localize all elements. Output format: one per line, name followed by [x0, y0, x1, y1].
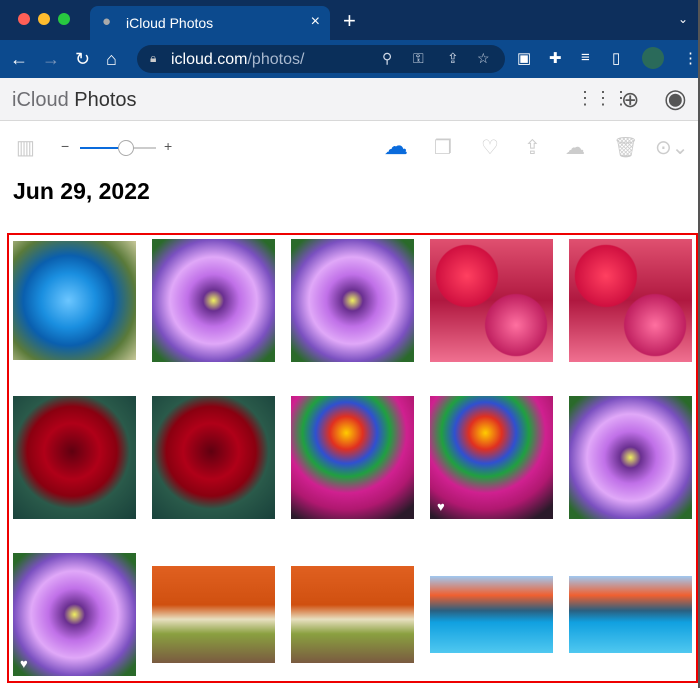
photo-thumbnail-dahlia-field[interactable]: [569, 239, 692, 362]
media-icon[interactable]: ≡: [581, 49, 590, 66]
photo-thumbnail-purple-dahlia[interactable]: ♥: [13, 553, 136, 676]
favorite-heart-icon: ♥: [437, 499, 445, 514]
photo-thumbnail-autumn-tree[interactable]: [152, 566, 275, 663]
sidepanel-icon[interactable]: ▯: [612, 49, 620, 67]
bookmark-star-icon[interactable]: ☆: [477, 50, 490, 67]
minimize-window-button[interactable]: [38, 13, 50, 25]
photo-thumbnail-red-rose[interactable]: [152, 396, 275, 519]
photo-thumbnail-rainbow-rose[interactable]: ♥: [430, 396, 553, 519]
share-icon[interactable]: ⇪: [447, 50, 459, 67]
tab-title: iCloud Photos: [126, 15, 214, 31]
photo-thumbnail-red-rose[interactable]: [13, 396, 136, 519]
zoom-window-button[interactable]: [58, 13, 70, 25]
trash-icon[interactable]: 🗑︎: [613, 135, 638, 160]
download-cloud-icon[interactable]: ☁︎: [565, 135, 585, 160]
tab-search-chevron-icon[interactable]: ⌄: [678, 12, 688, 26]
add-icon[interactable]: ⊕: [621, 87, 639, 113]
browser-tab-bar: ● iCloud Photos × + ⌄: [0, 0, 700, 40]
section-date-heading: Jun 29, 2022: [13, 178, 150, 204]
app-header: iCloud Photos ⋮⋮⋮ ⊕ ◉: [0, 78, 700, 121]
profile-avatar[interactable]: [642, 47, 664, 69]
reload-icon[interactable]: ↻: [75, 49, 90, 70]
back-icon[interactable]: ←: [10, 49, 28, 70]
zoom-out-button[interactable]: −: [61, 138, 69, 154]
account-icon[interactable]: ◉: [664, 83, 687, 114]
photo-thumbnail-mountain-lake[interactable]: [430, 576, 553, 653]
forward-icon[interactable]: →: [42, 49, 60, 70]
app-brand[interactable]: iCloud Photos: [12, 89, 137, 112]
favorite-heart-icon[interactable]: ♡: [481, 135, 499, 160]
more-options-icon[interactable]: ⊙⌄: [655, 135, 689, 160]
address-toolbar: ← → ↻ ⌂ 🔒︎ icloud.com/photos/ ⚲ ⚿ ⇪ ☆ ▣ …: [0, 40, 700, 78]
address-bar[interactable]: 🔒︎ icloud.com/photos/ ⚲ ⚿ ⇪ ☆: [137, 45, 505, 73]
close-window-button[interactable]: [18, 13, 30, 25]
photo-thumbnail-purple-dahlia[interactable]: [569, 396, 692, 519]
search-icon[interactable]: ⚲: [382, 50, 392, 67]
add-to-album-icon[interactable]: ❐: [434, 135, 452, 160]
sidebar-toggle-icon[interactable]: ▥: [16, 135, 35, 160]
key-icon[interactable]: ⚿: [413, 50, 424, 67]
photo-thumbnail-dahlia-field[interactable]: [430, 239, 553, 362]
photo-thumbnail-purple-dahlia[interactable]: [291, 239, 414, 362]
lock-icon: 🔒︎: [150, 51, 157, 65]
close-tab-icon[interactable]: ×: [311, 13, 320, 31]
photo-thumbnail-purple-dahlia[interactable]: [152, 239, 275, 362]
menu-icon[interactable]: ⋮: [683, 49, 698, 67]
zoom-in-button[interactable]: +: [164, 138, 172, 154]
apple-icon: ●: [102, 13, 112, 30]
photo-thumbnail-mountain-lake[interactable]: [569, 576, 692, 653]
new-tab-button[interactable]: +: [343, 8, 356, 34]
photo-thumbnail-blue-rose[interactable]: [13, 241, 136, 360]
photo-thumbnail-rainbow-rose[interactable]: [291, 396, 414, 519]
photo-thumbnail-autumn-tree[interactable]: [291, 566, 414, 663]
photos-toolbar: ▥ − + ☁︎ ❐ ♡ ⇪ ☁︎ 🗑︎ ⊙⌄: [0, 121, 700, 171]
share-icon[interactable]: ⇪: [524, 135, 541, 160]
puzzle-icon[interactable]: ✚: [549, 49, 562, 67]
zoom-slider[interactable]: [80, 140, 156, 156]
browser-tab[interactable]: ● iCloud Photos ×: [90, 6, 330, 40]
favorite-heart-icon: ♥: [20, 656, 28, 671]
upload-cloud-icon[interactable]: ☁︎: [384, 132, 408, 161]
home-icon[interactable]: ⌂: [106, 49, 117, 70]
extension-icon[interactable]: ▣: [517, 49, 531, 67]
url-text[interactable]: icloud.com/photos/: [171, 51, 304, 69]
